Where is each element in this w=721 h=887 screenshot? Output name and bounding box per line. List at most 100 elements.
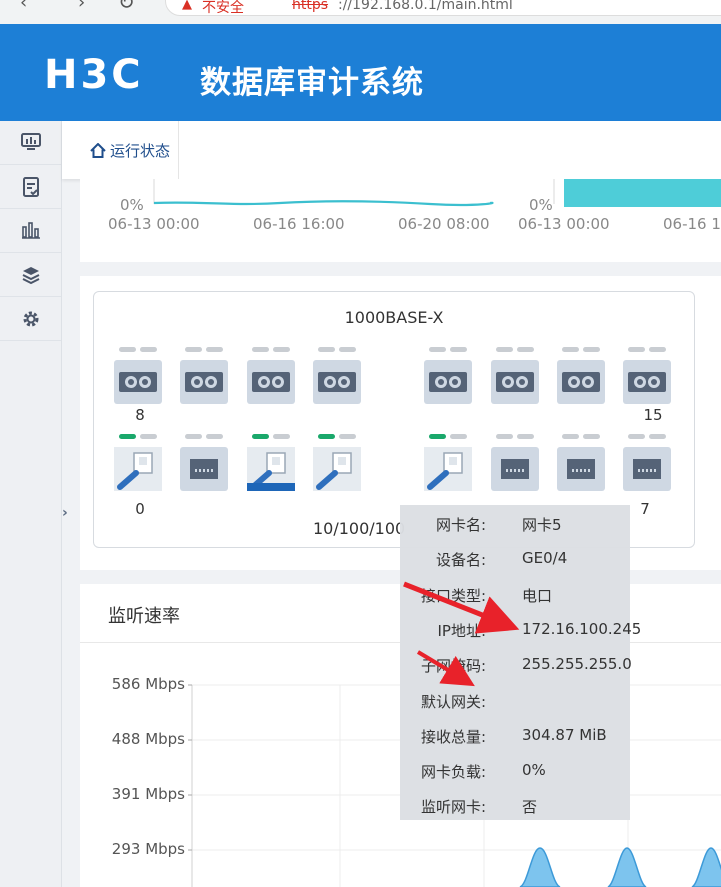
- rj45-port-empty[interactable]: [491, 447, 539, 491]
- usage-trend-lines: [153, 179, 721, 207]
- port-leds: [492, 434, 538, 439]
- sfp-port[interactable]: [247, 360, 295, 404]
- rate-peak: [607, 847, 647, 887]
- port-leds: [624, 347, 670, 352]
- port-leds: [425, 347, 471, 352]
- port-leds: [115, 434, 161, 439]
- sfp-port[interactable]: [557, 360, 605, 404]
- left-chart-tick: 06-20 08:00: [398, 215, 490, 233]
- sidebar-item-monitor[interactable]: [0, 121, 61, 165]
- port-number: 0: [135, 500, 145, 518]
- sfp-port[interactable]: [623, 360, 671, 404]
- tooltip-key: 子网掩码:: [420, 657, 486, 676]
- sfp-port[interactable]: [491, 360, 539, 404]
- sfp-port[interactable]: [180, 360, 228, 404]
- tooltip-key: 接收总量:: [420, 727, 486, 746]
- sfp-port[interactable]: [114, 360, 162, 404]
- home-icon: [90, 142, 106, 158]
- tooltip-value: 255.255.255.0: [522, 655, 632, 674]
- port-number: 15: [643, 406, 663, 424]
- right-chart-zero: 0%: [529, 196, 553, 214]
- tooltip-value: GE0/4: [522, 549, 568, 568]
- tab-bar: 运行状态: [62, 121, 721, 179]
- sidebar: [0, 121, 62, 887]
- sfp-port[interactable]: [424, 360, 472, 404]
- right-chart-tick: 06-13 00:00: [518, 215, 610, 233]
- y-axis-tick: 391 Mbps: [111, 785, 185, 803]
- audit-report-icon: [23, 177, 39, 197]
- url-text: ://192.168.0.1/main.html: [338, 0, 513, 13]
- tooltip-row: 默认网关:: [400, 691, 630, 711]
- rate-peak: [519, 847, 561, 887]
- tooltip-row: 子网掩码: 255.255.255.0: [400, 655, 632, 676]
- port-leds: [314, 434, 360, 439]
- tooltip-row: 网卡名: 网卡5: [400, 514, 630, 534]
- warning-icon: ▲: [182, 0, 192, 12]
- y-axis-tick: 293 Mbps: [111, 840, 185, 858]
- y-axis-tick: 586 Mbps: [111, 675, 185, 693]
- rj45-port-connected[interactable]: [424, 447, 472, 491]
- right-chart-tick: 06-16 1: [663, 215, 721, 233]
- port-number: 7: [640, 500, 650, 518]
- tooltip-value: 电口: [522, 586, 553, 605]
- tooltip-key: 网卡负载:: [420, 763, 486, 782]
- sidebar-item-config[interactable]: [0, 253, 61, 297]
- tooltip-key: 设备名:: [435, 551, 486, 570]
- rj45-port-connected[interactable]: [114, 447, 162, 491]
- expand-sidebar-icon[interactable]: ›: [62, 505, 68, 521]
- address-bar[interactable]: ▲ 不安全 https ://192.168.0.1/main.html: [165, 0, 721, 16]
- tooltip-key: 监听网卡:: [420, 798, 486, 817]
- tooltip-key: 网卡名:: [435, 516, 486, 534]
- monitor-icon: [21, 133, 41, 150]
- rj45-port-empty[interactable]: [623, 447, 671, 491]
- port-leds: [558, 347, 604, 352]
- url-protocol: https: [292, 0, 329, 13]
- app-header: H3C 数据库审计系统: [0, 24, 721, 121]
- back-icon[interactable]: ‹: [20, 0, 27, 13]
- tooltip-row: 接口类型: 电口: [400, 585, 630, 605]
- port-leds: [558, 434, 604, 439]
- port-leds: [115, 347, 161, 352]
- forward-icon[interactable]: ›: [78, 0, 85, 13]
- rate-peak: [691, 847, 721, 887]
- tooltip-row: 设备名: GE0/4: [400, 549, 630, 569]
- port-number: 8: [135, 406, 145, 424]
- reload-icon[interactable]: ↻: [118, 0, 135, 14]
- tooltip-key: 默认网关:: [420, 692, 486, 711]
- tooltip-row: IP地址: 172.16.100.245: [400, 620, 641, 640]
- security-warning: 不安全: [202, 0, 244, 16]
- tooltip-value: 0%: [522, 761, 546, 780]
- rj45-port-connected[interactable]: [313, 447, 361, 491]
- tab-running-status[interactable]: 运行状态: [82, 121, 180, 179]
- port-leds: [624, 434, 670, 439]
- browser-toolbar: ‹ › ↻ ▲ 不安全 https ://192.168.0.1/main.ht…: [0, 0, 721, 24]
- tooltip-row: 接收总量: 304.87 MiB: [400, 726, 630, 746]
- tooltip-key: IP地址:: [437, 621, 486, 640]
- tooltip-key: 接口类型:: [420, 586, 486, 605]
- port-leds: [492, 347, 538, 352]
- sidebar-item-settings[interactable]: [0, 297, 61, 341]
- tooltip-value: 304.87 MiB: [522, 725, 607, 744]
- tooltip-value: 否: [522, 798, 538, 817]
- tooltip-value: 172.16.100.245: [522, 619, 642, 638]
- sfp-group-title: 1000BASE-X: [344, 308, 444, 327]
- app-title: 数据库审计系统: [200, 65, 424, 101]
- port-leds: [248, 347, 294, 352]
- left-chart-zero: 0%: [120, 196, 144, 214]
- tooltip-row: 监听网卡: 否: [400, 796, 630, 816]
- sidebar-item-audit[interactable]: [0, 165, 61, 209]
- left-chart-tick: 06-13 00:00: [108, 215, 200, 233]
- port-leds: [248, 434, 294, 439]
- sfp-port[interactable]: [313, 360, 361, 404]
- rj45-port-empty[interactable]: [180, 447, 228, 491]
- rj45-port-empty[interactable]: [557, 447, 605, 491]
- sidebar-item-statistics[interactable]: [0, 209, 61, 253]
- port-leds: [314, 347, 360, 352]
- resource-usage-charts: 0% 06-13 00:00 06-16 16:00 06-20 08:00 0…: [80, 179, 721, 262]
- port-detail-tooltip: 网卡名: 网卡5 设备名: GE0/4 接口类型: 电口 IP地址: 172.16.100.2…: [400, 505, 641, 820]
- bar-chart-icon: [22, 222, 40, 239]
- rj45-group-title: 10/100/100: [313, 519, 406, 538]
- y-axis-tick: 488 Mbps: [111, 730, 185, 748]
- port-leds: [181, 347, 227, 352]
- rj45-port-connected[interactable]: [247, 447, 295, 491]
